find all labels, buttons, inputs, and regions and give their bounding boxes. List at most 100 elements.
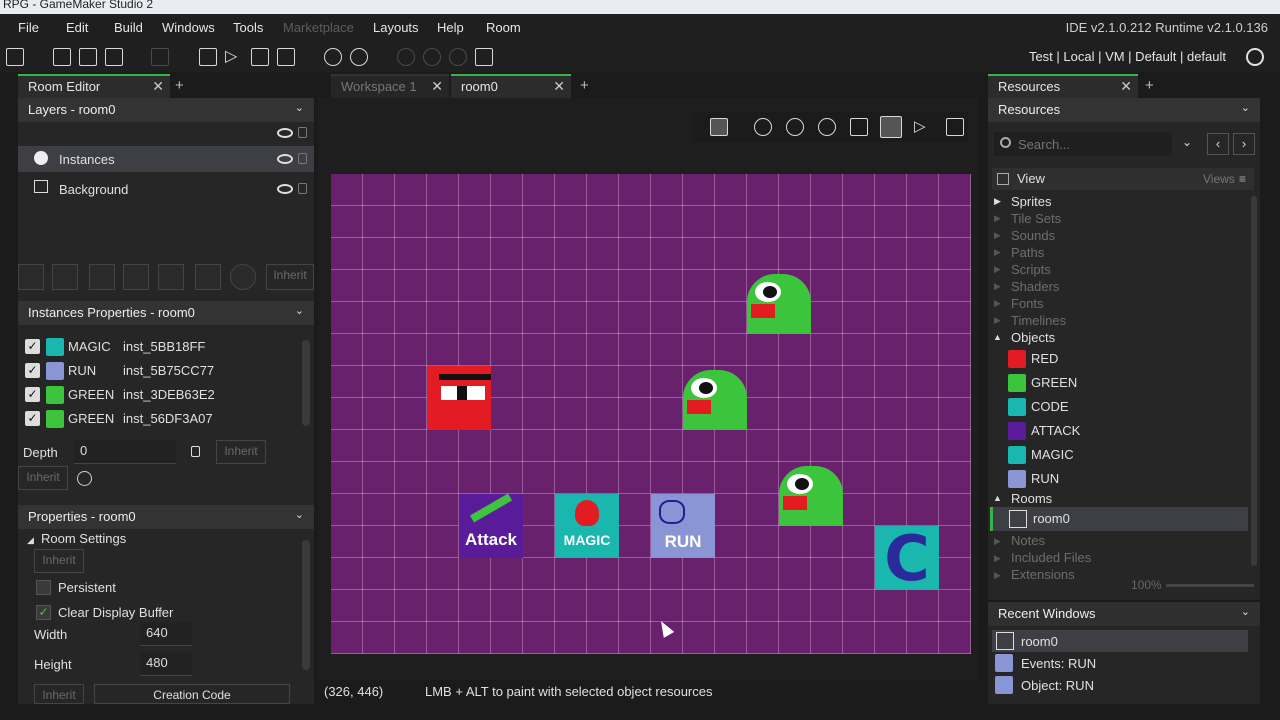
resource-group-paths[interactable]: Paths: [1011, 245, 1044, 260]
add-tab-icon[interactable]: +: [175, 77, 184, 94]
checkbox-icon[interactable]: ✓: [25, 339, 40, 354]
home-icon[interactable]: [6, 48, 24, 66]
debug-icon[interactable]: [199, 48, 217, 66]
instance-row[interactable]: ✓ MAGIC inst_5BB18FF: [18, 335, 298, 359]
frame-view-icon[interactable]: [880, 116, 902, 138]
instance-row[interactable]: ✓ RUN inst_5B75CC77: [18, 359, 298, 383]
menu-edit[interactable]: Edit: [66, 20, 88, 35]
settings-icon[interactable]: [324, 48, 342, 66]
resource-group-rooms[interactable]: Rooms: [1011, 491, 1052, 506]
expand-triangle-icon[interactable]: ▶: [994, 213, 1001, 224]
layer-row-background[interactable]: Background: [18, 176, 314, 202]
run-instance[interactable]: RUN: [651, 494, 715, 558]
resource-group-fonts[interactable]: Fonts: [1011, 296, 1044, 311]
recent-item[interactable]: Events: RUN: [992, 652, 1248, 674]
magic-instance[interactable]: MAGIC: [555, 494, 619, 558]
menu-build[interactable]: Build: [114, 20, 143, 35]
view-bar[interactable]: View Views ≡: [992, 168, 1254, 190]
add-tab-icon[interactable]: +: [580, 77, 589, 94]
delete-instance-icon[interactable]: [77, 471, 92, 486]
resource-group-timelines[interactable]: Timelines: [1011, 313, 1066, 328]
clear-buffer-checkbox[interactable]: ✓: [36, 605, 51, 620]
object-item-code[interactable]: CODE: [1008, 396, 1248, 418]
close-icon[interactable]: ✕: [152, 78, 164, 95]
zoom-slider[interactable]: [1166, 584, 1254, 587]
back-button[interactable]: ‹: [1207, 133, 1229, 155]
menu-marketplace[interactable]: Marketplace: [283, 20, 354, 35]
green-instance[interactable]: [779, 462, 843, 526]
add-tile-layer-button[interactable]: [89, 264, 115, 290]
room-item-room0[interactable]: room0: [990, 507, 1248, 531]
lock-icon[interactable]: [191, 446, 200, 457]
object-item-green[interactable]: GREEN: [1008, 372, 1248, 394]
instances-scrollbar[interactable]: [302, 340, 310, 426]
expand-triangle-icon[interactable]: ▶: [994, 230, 1001, 241]
checkbox-icon[interactable]: ✓: [25, 387, 40, 402]
close-icon[interactable]: ✕: [431, 78, 443, 95]
search-input[interactable]: [1018, 134, 1168, 154]
properties-header[interactable]: Properties - room0 ⌄: [18, 505, 314, 529]
save-icon[interactable]: [105, 48, 123, 66]
inherit-settings-button[interactable]: Inherit: [34, 549, 84, 573]
search-dropdown-icon[interactable]: ⌄: [1182, 135, 1192, 149]
workspace-grid-icon[interactable]: [475, 48, 493, 66]
play-icon[interactable]: ▷: [914, 118, 932, 136]
lock-icon[interactable]: [298, 127, 307, 138]
new-project-icon[interactable]: [53, 48, 71, 66]
code-instance[interactable]: C: [875, 522, 939, 595]
add-path-layer-button[interactable]: [123, 264, 149, 290]
zoom-reset-icon[interactable]: [786, 118, 804, 136]
expand-triangle-icon[interactable]: ▶: [994, 247, 1001, 258]
views-label[interactable]: Views: [1203, 172, 1235, 186]
red-instance[interactable]: [427, 366, 491, 430]
resource-group-extensions[interactable]: Extensions: [1011, 567, 1075, 582]
clean-icon[interactable]: [277, 48, 295, 66]
tab-resources[interactable]: Resources ✕: [988, 74, 1138, 98]
lock-icon[interactable]: [298, 153, 307, 164]
height-field[interactable]: 480: [140, 652, 192, 676]
menu-tools[interactable]: Tools: [233, 20, 263, 35]
expand-triangle-icon[interactable]: ▶: [994, 570, 1001, 581]
help-icon[interactable]: [350, 48, 368, 66]
lock-icon[interactable]: [298, 183, 307, 194]
menu-icon[interactable]: ≡: [1239, 172, 1246, 186]
fit-view-icon[interactable]: [850, 118, 868, 136]
grid-toggle-icon[interactable]: [710, 118, 728, 136]
open-project-icon[interactable]: [79, 48, 97, 66]
run-icon[interactable]: ▷: [225, 48, 243, 66]
resource-group-included-files[interactable]: Included Files: [1011, 550, 1091, 565]
zoom-in-icon[interactable]: [449, 48, 467, 66]
zoom-reset-icon[interactable]: [423, 48, 441, 66]
inherit-depth-button[interactable]: Inherit: [216, 440, 266, 464]
delete-layer-button[interactable]: [230, 264, 256, 290]
zoom-out-icon[interactable]: [754, 118, 772, 136]
room-canvas[interactable]: Attack MAGIC RUN C: [331, 174, 971, 654]
eye-icon[interactable]: [277, 128, 293, 138]
width-field[interactable]: 640: [140, 622, 192, 646]
eye-icon[interactable]: [277, 154, 293, 164]
persistent-checkbox[interactable]: [36, 580, 51, 595]
zoom-out-icon[interactable]: [397, 48, 415, 66]
add-asset-layer-button[interactable]: [158, 264, 184, 290]
menu-layouts[interactable]: Layouts: [373, 20, 419, 35]
expand-triangle-icon[interactable]: ▶: [994, 196, 1001, 207]
eye-icon[interactable]: [277, 184, 293, 194]
resource-group-sounds[interactable]: Sounds: [1011, 228, 1055, 243]
resource-group-scripts[interactable]: Scripts: [1011, 262, 1051, 277]
add-instance-layer-button[interactable]: [52, 264, 78, 290]
green-instance[interactable]: [747, 270, 811, 334]
object-item-red[interactable]: RED: [1008, 348, 1248, 370]
checkbox-icon[interactable]: ✓: [25, 363, 40, 378]
target-config[interactable]: Test | Local | VM | Default | default: [1029, 49, 1226, 64]
green-instance[interactable]: [683, 366, 747, 430]
expand-triangle-icon[interactable]: ▶: [994, 536, 1001, 547]
menu-file[interactable]: File: [18, 20, 39, 35]
close-icon[interactable]: ✕: [1120, 78, 1132, 95]
zoom-in-icon[interactable]: [818, 118, 836, 136]
inherit-instances-button[interactable]: Inherit: [18, 466, 68, 490]
inherit-layers-button[interactable]: Inherit: [266, 264, 314, 290]
menu-windows[interactable]: Windows: [162, 20, 215, 35]
object-item-attack[interactable]: ATTACK: [1008, 420, 1248, 442]
tab-workspace-1[interactable]: Workspace 1 ✕: [331, 74, 449, 98]
collapse-triangle-icon[interactable]: ▲: [993, 332, 1002, 342]
